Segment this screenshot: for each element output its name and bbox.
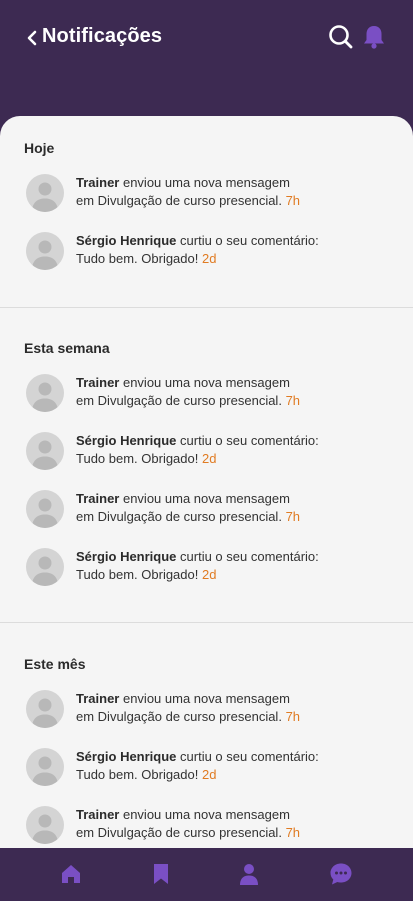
notification-item[interactable]: Sérgio Henrique curtiu o seu comentário:… [0, 748, 413, 794]
notification-time: 7h [285, 393, 301, 408]
avatar [26, 232, 64, 270]
notification-detail: Tudo bem. Obrigado! [76, 567, 199, 582]
notification-item[interactable]: Trainer enviou uma nova mensagem em Divul… [0, 806, 413, 848]
notification-text: Trainer enviou uma nova mensagem em Divul… [76, 174, 396, 210]
back-icon [27, 30, 37, 46]
nav-profile-button[interactable] [237, 862, 261, 886]
notification-text: Sérgio Henrique curtiu o seu comentário:… [76, 748, 396, 784]
user-avatar-icon [32, 182, 58, 212]
notification-action: curtiu o seu comentário: [176, 233, 319, 248]
notification-item[interactable]: Sérgio Henrique curtiu o seu comentário:… [0, 548, 413, 594]
section-title-esta-semana: Esta semana [24, 340, 110, 356]
notification-action: enviou uma nova mensagem [119, 807, 290, 822]
notification-item[interactable]: Trainer enviou uma nova mensagem em Divul… [0, 690, 413, 736]
notification-author: Sérgio Henrique [76, 233, 177, 248]
avatar [26, 432, 64, 470]
notification-item[interactable]: Trainer enviou uma nova mensagem em Divul… [0, 374, 413, 420]
notification-action: enviou uma nova mensagem [119, 375, 290, 390]
notification-time: 7h [285, 825, 301, 840]
section-title-hoje: Hoje [24, 140, 55, 156]
notification-time: 7h [285, 709, 301, 724]
notification-text: Trainer enviou uma nova mensagem em Divul… [76, 690, 396, 726]
bottom-navigation [0, 848, 413, 901]
user-avatar-icon [32, 814, 58, 844]
notifications-panel: Hoje Trainer enviou uma nova mensagem em D… [0, 116, 413, 848]
notification-detail: Tudo bem. Obrigado! [76, 767, 199, 782]
app-header: Notificações [0, 0, 413, 130]
user-avatar-icon [32, 240, 58, 270]
search-icon [329, 25, 353, 49]
profile-icon [240, 864, 258, 885]
notification-detail: Tudo bem. Obrigado! [76, 451, 199, 466]
home-icon [62, 865, 80, 883]
nav-bookmark-button[interactable] [149, 862, 173, 886]
notification-action: enviou uma nova mensagem [119, 175, 290, 190]
notification-author: Trainer [76, 491, 120, 506]
avatar [26, 374, 64, 412]
notification-author: Trainer [76, 175, 120, 190]
user-avatar-icon [32, 382, 58, 412]
notification-time: 2d [202, 567, 217, 582]
back-button[interactable] [22, 26, 42, 50]
avatar [26, 806, 64, 844]
section-divider [0, 307, 413, 308]
notification-author: Trainer [76, 807, 120, 822]
notification-time: 2d [202, 767, 217, 782]
notification-detail: em Divulgação de curso presencial. [76, 393, 282, 408]
notification-text: Sérgio Henrique curtiu o seu comentário:… [76, 232, 396, 268]
notification-item[interactable]: Sérgio Henrique curtiu o seu comentário:… [0, 232, 413, 278]
notification-detail: em Divulgação de curso presencial. [76, 825, 282, 840]
notification-action: curtiu o seu comentário: [176, 433, 319, 448]
bookmark-icon [154, 864, 168, 884]
notification-action: curtiu o seu comentário: [176, 549, 319, 564]
chat-icon [330, 863, 352, 885]
section-title-este-mes: Este mês [24, 656, 86, 672]
notification-detail: Tudo bem. Obrigado! [76, 251, 199, 266]
notification-time: 2d [202, 451, 217, 466]
avatar [26, 690, 64, 728]
avatar [26, 548, 64, 586]
notification-detail: em Divulgação de curso presencial. [76, 193, 282, 208]
notification-author: Sérgio Henrique [76, 549, 177, 564]
bell-icon [364, 26, 384, 49]
notification-item[interactable]: Sérgio Henrique curtiu o seu comentário:… [0, 432, 413, 478]
notification-text: Sérgio Henrique curtiu o seu comentário:… [76, 548, 396, 584]
notification-action: enviou uma nova mensagem [119, 691, 290, 706]
notification-author: Trainer [76, 375, 120, 390]
notification-author: Sérgio Henrique [76, 749, 177, 764]
notification-detail: em Divulgação de curso presencial. [76, 509, 282, 524]
avatar [26, 174, 64, 212]
notification-action: enviou uma nova mensagem [119, 491, 290, 506]
user-avatar-icon [32, 556, 58, 586]
notification-detail: em Divulgação de curso presencial. [76, 709, 282, 724]
notification-item[interactable]: Trainer enviou uma nova mensagem em Divul… [0, 490, 413, 536]
nav-chat-button[interactable] [329, 862, 353, 886]
notification-text: Trainer enviou uma nova mensagem em Divul… [76, 374, 396, 410]
section-divider [0, 622, 413, 623]
notification-action: curtiu o seu comentário: [176, 749, 319, 764]
notifications-button[interactable] [362, 24, 386, 50]
notification-text: Trainer enviou uma nova mensagem em Divul… [76, 806, 396, 842]
search-button[interactable] [328, 24, 354, 50]
notification-time: 2d [202, 251, 217, 266]
notification-time: 7h [285, 509, 301, 524]
notification-author: Sérgio Henrique [76, 433, 177, 448]
notification-text: Sérgio Henrique curtiu o seu comentário:… [76, 432, 396, 468]
notification-time: 7h [285, 193, 301, 208]
user-avatar-icon [32, 698, 58, 728]
notification-text: Trainer enviou uma nova mensagem em Divul… [76, 490, 396, 526]
user-avatar-icon [32, 440, 58, 470]
avatar [26, 748, 64, 786]
user-avatar-icon [32, 498, 58, 528]
notification-item[interactable]: Trainer enviou uma nova mensagem em Divul… [0, 174, 413, 220]
user-avatar-icon [32, 756, 58, 786]
notification-author: Trainer [76, 691, 120, 706]
nav-home-button[interactable] [59, 862, 83, 886]
avatar [26, 490, 64, 528]
page-title: Notificações [42, 25, 163, 47]
